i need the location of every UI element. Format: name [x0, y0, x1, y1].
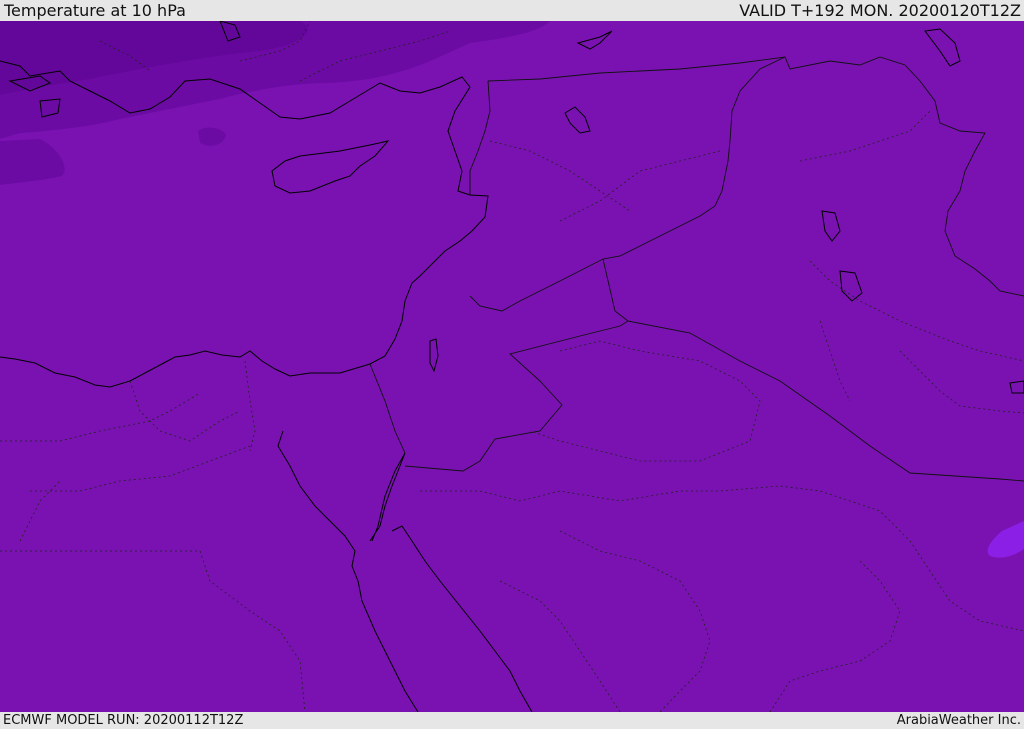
map-canvas	[0, 21, 1024, 712]
footer-bar: ECMWF MODEL RUN: 20200112T12Z ArabiaWeat…	[0, 712, 1024, 729]
credit-label: ArabiaWeather Inc.	[896, 713, 1021, 728]
map-title: Temperature at 10 hPa	[4, 1, 186, 20]
model-run-label: ECMWF MODEL RUN: 20200112T12Z	[3, 713, 244, 728]
valid-time: VALID T+192 MON. 20200120T12Z	[739, 1, 1021, 20]
header-bar: Temperature at 10 hPa VALID T+192 MON. 2…	[0, 0, 1024, 21]
weather-map[interactable]	[0, 21, 1024, 712]
temperature-field	[0, 21, 1024, 712]
